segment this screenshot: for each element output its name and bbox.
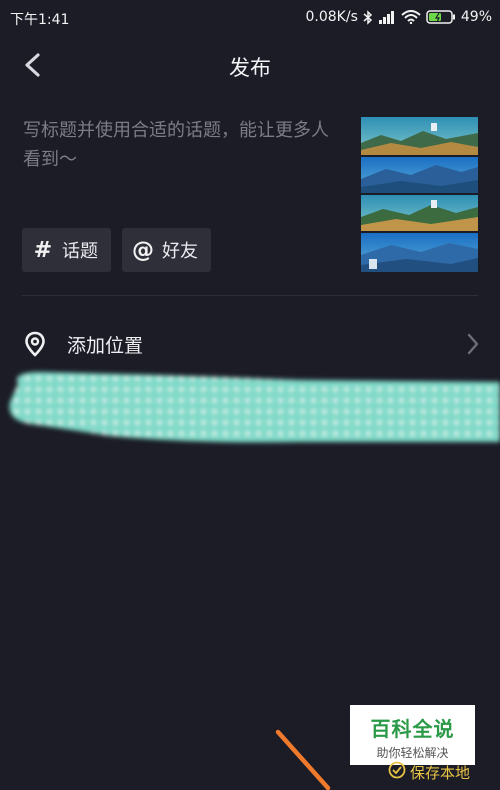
video-thumbnail[interactable] (361, 117, 478, 272)
status-right: 0.08K/s 49% (306, 9, 493, 25)
page-title: 发布 (229, 56, 271, 80)
pointer-arrow (270, 728, 340, 790)
publish-screen: 下午1:41 0.08K/s 49% 发布 写标题并使用合适的话题，能让更多人看… (0, 0, 500, 790)
status-time: 下午1:41 (10, 12, 70, 28)
chevron-right-icon (466, 332, 480, 360)
status-bar: 下午1:41 0.08K/s 49% (0, 0, 500, 34)
add-location-label: 添加位置 (67, 335, 144, 357)
battery-icon (426, 10, 456, 24)
bluetooth-icon (363, 9, 373, 25)
watermark-subtitle: 助你轻松解决 (376, 746, 449, 760)
divider (22, 295, 478, 296)
highlight-stripe (0, 362, 500, 456)
thumbnail-image (361, 117, 478, 272)
wifi-icon (401, 10, 421, 24)
hashtag-icon: # (33, 237, 53, 263)
mention-friend-button[interactable]: @ 好友 (122, 228, 211, 272)
topic-button[interactable]: # 话题 (22, 228, 111, 272)
location-pin-icon (24, 331, 46, 361)
check-circle-icon (388, 761, 406, 783)
add-location-row[interactable]: 添加位置 (0, 322, 500, 366)
network-speed: 0.08K/s (305, 9, 358, 25)
signal-icon (378, 10, 396, 24)
caption-input[interactable]: 写标题并使用合适的话题，能让更多人看到～ (23, 116, 343, 174)
watermark-title: 百科全说 (370, 717, 455, 741)
battery-level: 49% (460, 9, 492, 25)
friend-label: 好友 (162, 241, 198, 262)
watermark-logo: 百科全说 助你轻松解决 (350, 705, 475, 765)
save-local-button[interactable]: 保存本地 (388, 761, 470, 783)
at-icon: @ (132, 237, 154, 263)
topic-label: 话题 (62, 241, 98, 262)
save-local-label: 保存本地 (410, 763, 471, 782)
nav-bar: 发布 (0, 40, 500, 90)
